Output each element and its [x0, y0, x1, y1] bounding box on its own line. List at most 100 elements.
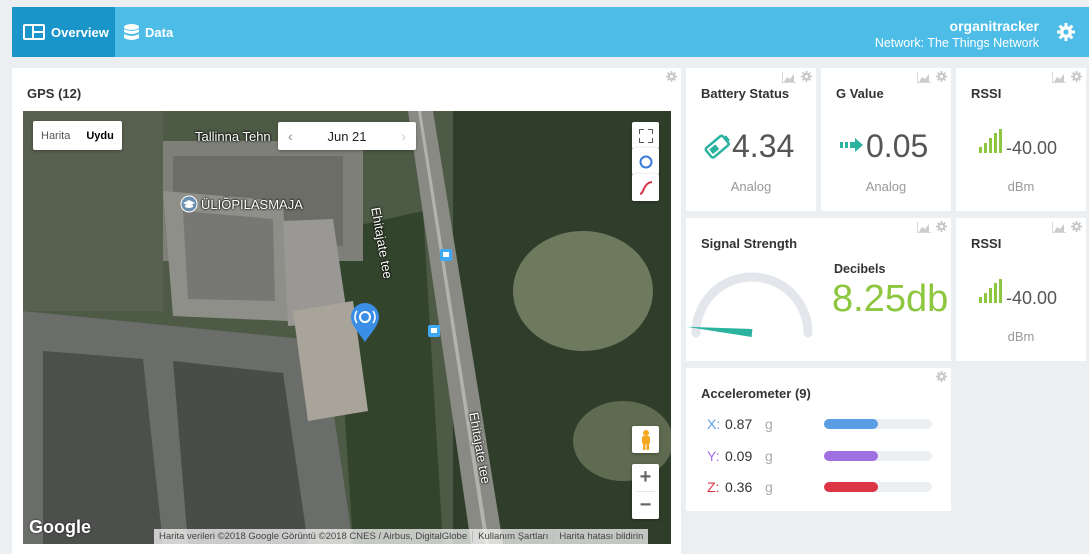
- next-date-button[interactable]: ›: [401, 128, 406, 144]
- date-navigator: ‹ Jun 21 ›: [278, 122, 416, 150]
- rssi-value-2: -40.00: [1006, 288, 1058, 308]
- fullscreen-icon: [638, 128, 653, 143]
- gear-icon[interactable]: [936, 71, 947, 82]
- axis-label-x: X:: [707, 416, 721, 432]
- axis-label-y: Y:: [707, 448, 720, 464]
- axis-bar-fill-x: [824, 419, 878, 429]
- rssi-card-2: RSSI -40.00 dBm: [956, 218, 1086, 361]
- battery-value: 4.34: [732, 128, 795, 164]
- bus-stop-icon: [428, 325, 440, 337]
- satellite-imagery: [23, 111, 671, 544]
- g-value-card: G Value 0.05 Analog: [821, 68, 951, 211]
- map-label-building: ÜLIÕPILASMAJA: [180, 195, 303, 213]
- street-view-button[interactable]: [632, 426, 659, 453]
- bus-stop-icon: [440, 249, 452, 261]
- draw-path-button[interactable]: [632, 174, 659, 201]
- axis-bar-z: [824, 482, 932, 492]
- gear-icon[interactable]: [1071, 71, 1082, 82]
- pegman-icon: [641, 429, 650, 450]
- axis-bar-y: [824, 451, 932, 461]
- circle-icon: [639, 155, 652, 168]
- chart-icon[interactable]: [917, 72, 931, 83]
- battery-icon: [704, 134, 730, 159]
- map-type-uydu[interactable]: Uydu: [78, 121, 122, 150]
- accelerometer-title: Accelerometer (9): [701, 386, 811, 401]
- database-icon: [124, 23, 139, 40]
- accelerometer-row-x: X: 0.87 g: [707, 414, 937, 434]
- zoom-out-button[interactable]: −: [632, 492, 659, 519]
- gear-icon[interactable]: [666, 71, 677, 82]
- chart-icon[interactable]: [1052, 72, 1066, 83]
- network-name: Network: The Things Network: [874, 36, 1039, 50]
- tab-data[interactable]: Data: [124, 7, 173, 57]
- current-date: Jun 21: [327, 128, 367, 144]
- prev-date-button[interactable]: ‹: [288, 128, 293, 144]
- google-logo: Google: [29, 517, 91, 537]
- signal-bars-icon: [979, 129, 1002, 153]
- axis-value-y: 0.09: [725, 448, 753, 464]
- rssi-unit-2: dBm: [1007, 329, 1035, 344]
- battery-title: Battery Status: [701, 86, 790, 101]
- fullscreen-button[interactable]: [632, 122, 659, 149]
- attribution-data: Harita verileri ©2018 Google Görüntü ©20…: [159, 531, 468, 542]
- accelerometer-row-z: Z: 0.36 g: [707, 477, 937, 497]
- decibels-label: Decibels: [834, 262, 886, 276]
- g-value-title: G Value: [836, 86, 884, 101]
- signal-gauge: [686, 272, 813, 338]
- zoom-control: + −: [632, 464, 659, 519]
- axis-bar-fill-y: [824, 451, 878, 461]
- zoom-in-button[interactable]: +: [632, 464, 659, 491]
- axis-value-z: 0.36: [725, 479, 753, 495]
- signal-value: 8.25db: [832, 278, 949, 320]
- gear-icon[interactable]: [1071, 221, 1082, 232]
- tab-overview[interactable]: Overview: [12, 7, 115, 57]
- gps-title: GPS (12): [27, 86, 82, 101]
- gear-icon[interactable]: [936, 221, 947, 232]
- axis-bar-x: [824, 419, 932, 429]
- accelerometer-card: Accelerometer (9) X: 0.87 g Y: 0.09 g Z:…: [686, 368, 951, 511]
- top-bar: Overview Data organitracker Network: The…: [12, 7, 1089, 57]
- axis-label-z: Z:: [707, 479, 720, 495]
- rssi-value-1: -40.00: [1006, 138, 1058, 158]
- tab-overview-label: Overview: [51, 24, 109, 40]
- gear-icon[interactable]: [1057, 23, 1075, 41]
- gps-map[interactable]: Harita Uydu Tallinna Tehn ‹ Jun 21 › ÜLI…: [23, 111, 671, 544]
- axis-bar-fill-z: [824, 482, 878, 492]
- axis-unit-z: g: [765, 479, 773, 495]
- map-label-place: Tallinna Tehn: [195, 129, 271, 144]
- map-type-harita[interactable]: Harita: [33, 121, 78, 150]
- chart-icon[interactable]: [917, 222, 931, 233]
- g-value-value: 0.05: [866, 128, 929, 164]
- tab-data-label: Data: [145, 24, 174, 40]
- signal-strength-card: Signal Strength Decibels 8.25db: [686, 218, 951, 361]
- rssi-title-1: RSSI: [971, 86, 1002, 101]
- terms-link[interactable]: Kullanım Şartları: [472, 531, 553, 542]
- arrow-right-icon: [840, 138, 863, 152]
- app-name: organitracker: [949, 18, 1039, 34]
- axis-value-x: 0.87: [725, 416, 753, 432]
- gear-icon[interactable]: [936, 371, 947, 382]
- location-pin-icon[interactable]: [349, 301, 381, 343]
- g-value-unit: Analog: [865, 179, 907, 194]
- axis-unit-x: g: [765, 416, 773, 432]
- chart-icon[interactable]: [1052, 222, 1066, 233]
- signal-strength-title: Signal Strength: [701, 236, 798, 251]
- rssi-title-2: RSSI: [971, 236, 1002, 251]
- report-error-link[interactable]: Harita hatası bildirin: [553, 531, 648, 542]
- rssi-card-1: RSSI -40.00 dBm: [956, 68, 1086, 211]
- map-type-control: Harita Uydu: [33, 121, 122, 150]
- gear-icon[interactable]: [801, 71, 812, 82]
- chart-icon[interactable]: [782, 72, 796, 83]
- accelerometer-row-y: Y: 0.09 g: [707, 446, 937, 466]
- rssi-unit-1: dBm: [1007, 179, 1035, 194]
- school-icon: [180, 195, 198, 213]
- path-icon: [639, 180, 652, 195]
- battery-unit: Analog: [730, 179, 772, 194]
- draw-circle-button[interactable]: [632, 148, 659, 175]
- brand: organitracker Network: The Things Networ…: [875, 18, 1039, 52]
- signal-bars-icon: [979, 279, 1002, 303]
- dashboard-icon: [23, 24, 45, 40]
- battery-card: Battery Status 4.34 Analog: [686, 68, 816, 211]
- building-label: ÜLIÕPILASMAJA: [201, 196, 303, 212]
- map-attribution: Harita verileri ©2018 Google Görüntü ©20…: [154, 529, 649, 544]
